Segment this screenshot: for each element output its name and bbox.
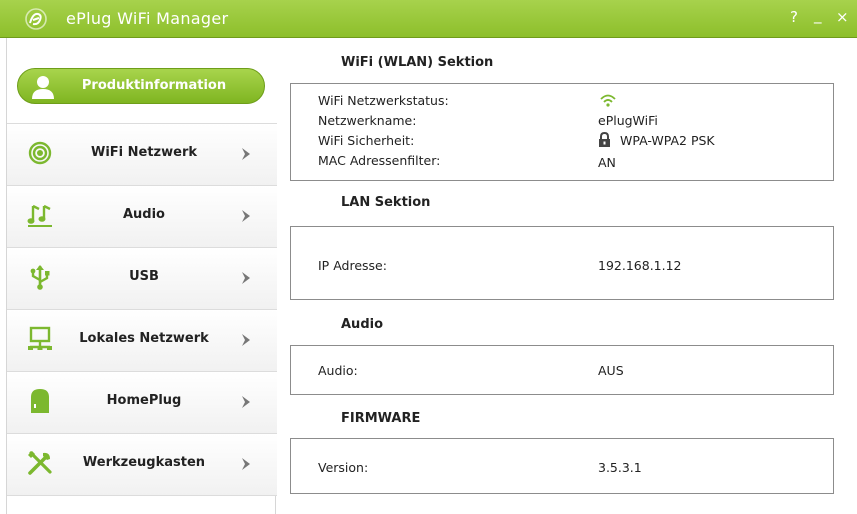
ip-address-label: IP Adresse: [318, 258, 387, 273]
audio-section-title: Audio [341, 317, 384, 332]
help-button[interactable]: ? [790, 8, 798, 26]
minimize-button[interactable]: _ [814, 6, 822, 24]
lock-icon [599, 132, 610, 147]
firmware-version-value: 3.5.3.1 [598, 460, 642, 475]
firmware-section-box: Version: 3.5.3.1 [290, 438, 834, 494]
sidebar-item-label: USB [129, 269, 159, 284]
title-bar: ePlug WiFi Manager ? _ × [0, 0, 857, 38]
wifi-status-icon [600, 94, 616, 107]
wifi-section-box: WiFi Netzwerkstatus: Netzwerkname: ePlug… [290, 83, 834, 181]
chevron-right-icon [242, 458, 250, 470]
sidebar-item-audio[interactable]: Audio [7, 186, 277, 248]
sidebar: Produktinformation WiFi Netzwerk Audio U… [6, 38, 277, 514]
mac-filter-label: MAC Adressenfilter: [318, 153, 441, 168]
sidebar-item-homeplug[interactable]: HomePlug [7, 372, 277, 434]
chevron-right-icon [242, 148, 250, 160]
chevron-right-icon [242, 396, 250, 408]
sidebar-active-area: Produktinformation [7, 38, 277, 124]
network-name-value: ePlugWiFi [598, 113, 658, 128]
sidebar-item-produktinformation[interactable]: Produktinformation [17, 68, 265, 104]
firmware-section-title: FIRMWARE [341, 411, 421, 426]
user-icon [32, 76, 54, 99]
lan-section-box: IP Adresse: 192.168.1.12 [290, 226, 834, 300]
app-title: ePlug WiFi Manager [66, 9, 229, 28]
lan-section-title: LAN Sektion [341, 195, 431, 210]
network-icon [28, 326, 52, 350]
wifi-status-label: WiFi Netzwerkstatus: [318, 93, 449, 108]
close-button[interactable]: × [836, 8, 849, 26]
sidebar-item-lokales-netzwerk[interactable]: Lokales Netzwerk [7, 310, 277, 372]
chevron-right-icon [242, 210, 250, 222]
wifi-section-title: WiFi (WLAN) Sektion [341, 55, 494, 70]
sidebar-item-label: Lokales Netzwerk [79, 331, 209, 346]
audio-section-box: Audio: AUS [290, 345, 834, 395]
firmware-version-label: Version: [318, 460, 369, 475]
chevron-right-icon [242, 334, 250, 346]
wifi-security-label: WiFi Sicherheit: [318, 133, 415, 148]
main-panel: WiFi (WLAN) Sektion WiFi Netzwerkstatus:… [277, 38, 857, 514]
sidebar-item-label: WiFi Netzwerk [90, 145, 198, 160]
sidebar-item-label: Werkzeugkasten [82, 455, 206, 470]
ip-address-value: 192.168.1.12 [598, 258, 682, 273]
tools-icon [28, 451, 52, 475]
mac-filter-value: AN [598, 155, 616, 170]
sidebar-item-werkzeugkasten[interactable]: Werkzeugkasten [7, 434, 277, 496]
sidebar-item-usb[interactable]: USB [7, 248, 277, 310]
usb-icon [30, 265, 50, 290]
homeplug-icon [31, 389, 49, 413]
audio-value: AUS [598, 363, 624, 378]
wifi-security-value: WPA-WPA2 PSK [620, 133, 715, 148]
music-icon [27, 204, 52, 227]
chevron-right-icon [242, 272, 250, 284]
sidebar-item-label: Produktinformation [81, 78, 227, 93]
audio-label: Audio: [318, 363, 358, 378]
network-name-label: Netzwerkname: [318, 113, 417, 128]
app-logo-icon [25, 8, 47, 30]
wifi-icon [28, 141, 52, 165]
sidebar-item-wifi-netzwerk[interactable]: WiFi Netzwerk [7, 124, 277, 186]
sidebar-item-label: Audio [122, 207, 165, 222]
sidebar-item-label: HomePlug [106, 393, 182, 408]
